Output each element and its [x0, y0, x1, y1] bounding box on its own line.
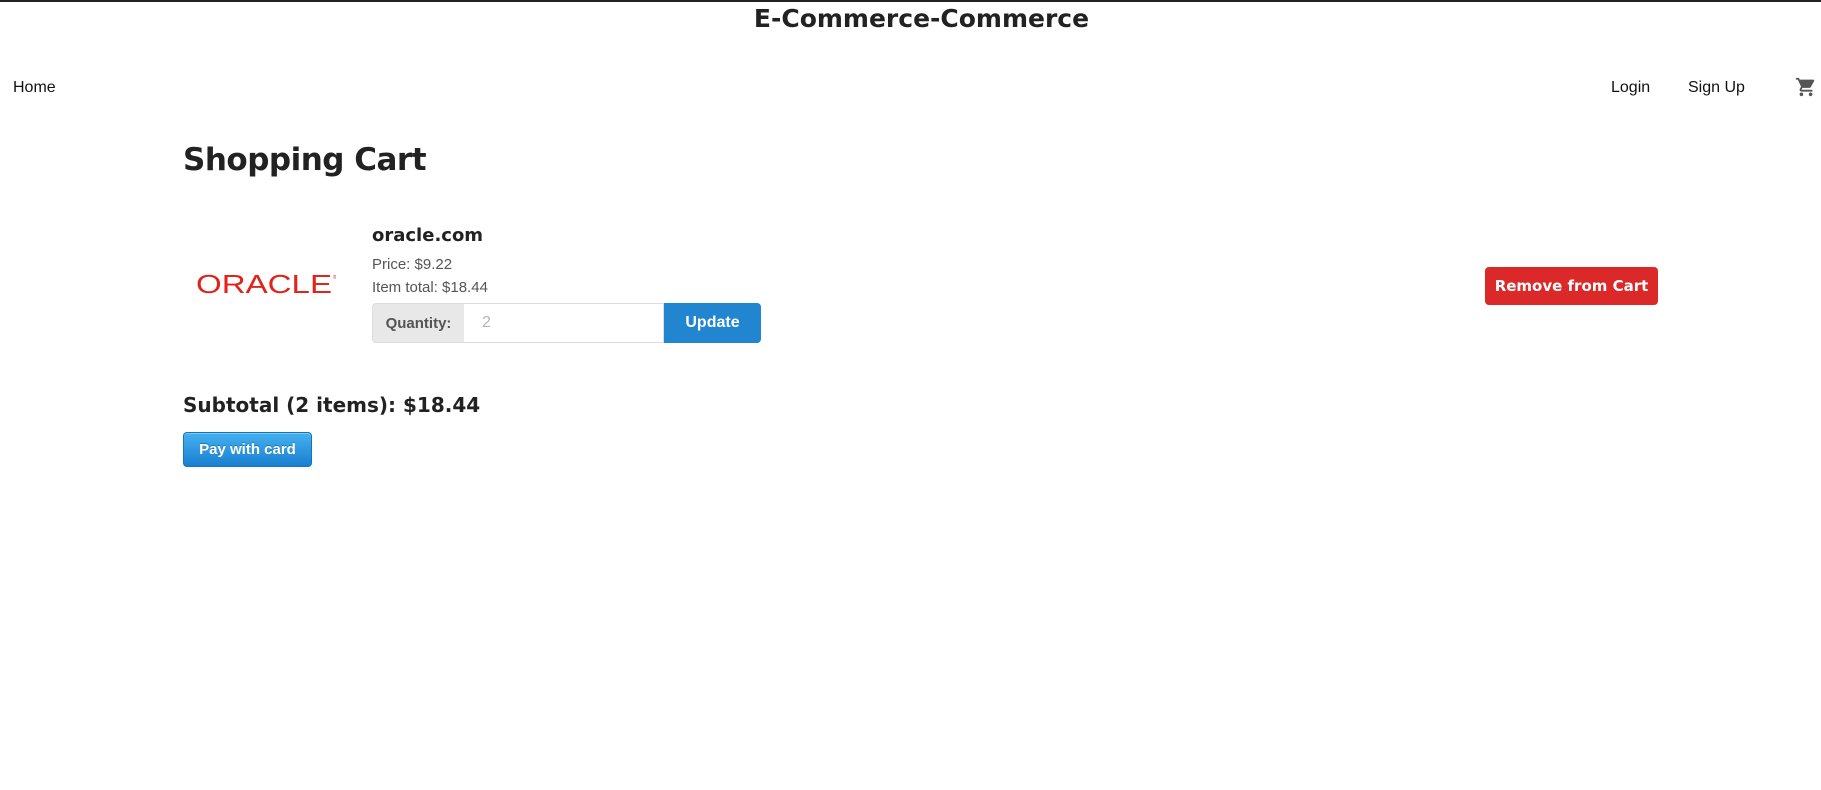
quantity-label: Quantity: — [372, 303, 464, 343]
svg-text:®: ® — [333, 274, 336, 281]
shopping-cart-icon[interactable] — [1795, 76, 1817, 98]
item-total: Item total: $18.44 — [372, 279, 488, 296]
quantity-form: Quantity: Update — [372, 303, 761, 343]
svg-text:ORACLE: ORACLE — [196, 270, 332, 298]
update-button[interactable]: Update — [664, 303, 761, 343]
product-name: oracle.com — [372, 225, 484, 246]
product-price: Price: $9.22 — [372, 256, 453, 273]
nav-login-link[interactable]: Login — [1611, 79, 1650, 97]
page-title: Shopping Cart — [183, 142, 427, 178]
quantity-input[interactable] — [464, 303, 664, 343]
pay-with-card-button[interactable]: Pay with card — [183, 432, 312, 467]
top-border — [0, 0, 1821, 2]
oracle-logo: ORACLE ® — [196, 270, 336, 298]
nav-home-link[interactable]: Home — [13, 79, 56, 97]
nav-signup-link[interactable]: Sign Up — [1688, 79, 1745, 97]
site-title: E-Commerce-Commerce — [753, 4, 1090, 33]
subtotal: Subtotal (2 items): $18.44 — [183, 393, 481, 417]
remove-from-cart-button[interactable]: Remove from Cart — [1485, 267, 1658, 305]
